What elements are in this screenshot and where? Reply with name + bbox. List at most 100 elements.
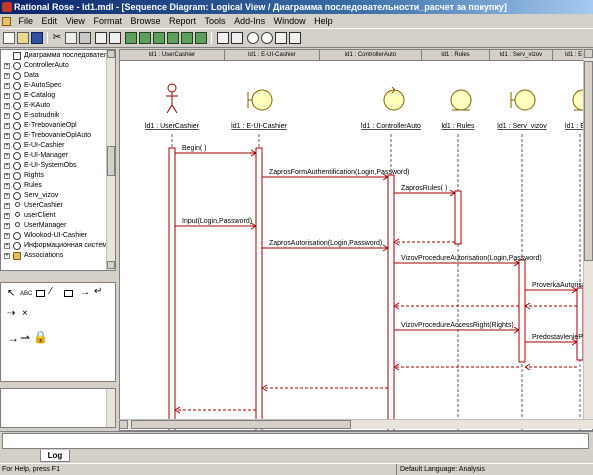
object-header-cell[interactable]: ld1 : E-UI-Cashier <box>225 50 320 61</box>
browser-item[interactable]: + E-KAuto <box>1 101 109 111</box>
browser-item[interactable]: + UserManager <box>1 221 109 231</box>
browser-item[interactable]: + E-UI-Manager <box>1 151 109 161</box>
asynchronous-message-tool-icon[interactable]: ⇀ <box>20 332 30 344</box>
browse-state-diagram-icon[interactable] <box>181 32 193 44</box>
fit-in-window-icon[interactable] <box>275 32 287 44</box>
expand-icon[interactable]: + <box>4 253 10 259</box>
expand-icon[interactable] <box>4 53 10 59</box>
browser-item[interactable]: + E-TrebovanieOplAuto <box>1 131 109 141</box>
procedure-call-tool-icon[interactable]: → <box>7 332 19 344</box>
scroll-down-icon[interactable] <box>107 261 115 269</box>
cut-icon[interactable]: ✂ <box>51 32 63 44</box>
expand-icon[interactable]: + <box>4 113 10 119</box>
model-browser[interactable]: Диаграмма последовательн + ControllerAuto +… <box>0 49 116 271</box>
browser-item[interactable]: + userClient <box>1 211 109 221</box>
browser-item[interactable]: + Serv_vizov <box>1 191 109 201</box>
browse-class-diagram-icon[interactable] <box>125 32 137 44</box>
scroll-up-icon[interactable] <box>584 49 593 58</box>
expand-icon[interactable]: + <box>4 163 10 169</box>
expand-icon[interactable]: + <box>4 63 10 69</box>
anchor-note-tool-icon[interactable]: ⁄ <box>50 287 52 297</box>
menu-format[interactable]: Format <box>90 14 125 28</box>
menu-view[interactable]: View <box>63 14 88 28</box>
browser-item[interactable]: + Wlookod-UI-Cashier <box>1 231 109 241</box>
return-message-tool-icon[interactable]: ⇢ <box>7 309 15 319</box>
browser-item[interactable]: + E-UI-SystemObs <box>1 161 109 171</box>
object-header-cell[interactable]: ld1 : UserCashier <box>120 50 225 61</box>
menu-report[interactable]: Report <box>166 14 199 28</box>
browser-item[interactable]: Диаграмма последовательн <box>1 51 115 61</box>
menu-file[interactable]: File <box>16 14 37 28</box>
expand-icon[interactable]: + <box>4 193 10 199</box>
expand-icon[interactable]: + <box>4 83 10 89</box>
object-header-cell[interactable]: ld1 : Serv_vizov <box>490 50 553 61</box>
browser-item[interactable]: + Информационная система <box>1 241 111 251</box>
browser-vertical-scrollbar[interactable] <box>106 50 115 270</box>
browser-item[interactable]: + Associations <box>1 251 109 261</box>
message-to-self-tool-icon[interactable]: ↵ <box>94 287 102 297</box>
sequence-diagram-canvas[interactable]: ld1 : UserCashier ld1 : E-UI-Cashier ld1 :… <box>119 49 593 431</box>
new-file-icon[interactable] <box>3 32 15 44</box>
documentation-scrollbar[interactable] <box>106 389 115 427</box>
selection-tool-icon[interactable]: ↖ <box>7 289 15 299</box>
tab-log[interactable]: Log <box>40 450 70 462</box>
expand-icon[interactable]: + <box>4 93 10 99</box>
expand-icon[interactable]: + <box>4 103 10 109</box>
destruction-marker-tool-icon[interactable]: × <box>22 309 28 319</box>
browser-item[interactable]: + E-Catalog <box>1 91 109 101</box>
scroll-left-icon[interactable] <box>119 420 128 429</box>
expand-icon[interactable]: + <box>4 223 10 229</box>
scroll-up-icon[interactable] <box>107 50 115 58</box>
browse-interaction-diagram-icon[interactable] <box>139 32 151 44</box>
diagram-vertical-scrollbar[interactable] <box>583 49 593 419</box>
menu-edit[interactable]: Edit <box>39 14 61 28</box>
object-header-cell[interactable]: ld1 : Rules <box>422 50 490 61</box>
save-icon[interactable] <box>31 32 43 44</box>
menu-add-ins[interactable]: Add-Ins <box>231 14 268 28</box>
text-tool-icon[interactable]: ABC <box>20 289 32 299</box>
expand-icon[interactable]: + <box>4 153 10 159</box>
expand-icon[interactable]: + <box>4 123 10 129</box>
expand-icon[interactable]: + <box>4 243 10 249</box>
scroll-thumb[interactable] <box>584 61 593 261</box>
diagram-horizontal-scrollbar[interactable] <box>119 419 593 429</box>
menu-tools[interactable]: Tools <box>202 14 229 28</box>
browser-item[interactable]: + E-AutoSpec <box>1 81 109 91</box>
menu-window[interactable]: Window <box>271 14 309 28</box>
open-file-icon[interactable] <box>17 32 29 44</box>
expand-icon[interactable]: + <box>4 233 10 239</box>
object-header-cell[interactable]: ld1 : ControllerAuto <box>320 50 422 61</box>
browser-item[interactable]: + Rights <box>1 171 109 181</box>
browse-previous-diagram-icon[interactable] <box>231 32 243 44</box>
menu-help[interactable]: Help <box>311 14 336 28</box>
print-icon[interactable] <box>79 32 91 44</box>
browser-item[interactable]: + E-sotrudnik <box>1 111 109 121</box>
browse-component-diagram-icon[interactable] <box>153 32 165 44</box>
browse-parent-icon[interactable] <box>217 32 229 44</box>
zoom-out-icon[interactable] <box>261 32 273 44</box>
browser-item[interactable]: + UserCashier <box>1 201 109 211</box>
expand-icon[interactable]: + <box>4 183 10 189</box>
expand-icon[interactable]: + <box>4 73 10 79</box>
documentation-window[interactable] <box>0 388 116 428</box>
log-output[interactable] <box>2 433 589 449</box>
browser-item[interactable]: + E-TrebovanieOpl <box>1 121 109 131</box>
object-message-tool-icon[interactable]: → <box>80 288 90 298</box>
expand-icon[interactable]: + <box>4 143 10 149</box>
zoom-in-icon[interactable] <box>247 32 259 44</box>
expand-icon[interactable]: + <box>4 173 10 179</box>
browse-deployment-diagram-icon[interactable] <box>167 32 179 44</box>
expand-icon[interactable]: + <box>4 203 10 209</box>
lock-icon[interactable]: 🔒 <box>33 331 48 343</box>
browser-item[interactable]: + E-UI-Cashier <box>1 141 109 151</box>
browse-usecase-diagram-icon[interactable] <box>195 32 207 44</box>
specification-icon[interactable] <box>109 32 121 44</box>
undo-fit-icon[interactable] <box>289 32 301 44</box>
note-tool-icon[interactable] <box>36 290 45 297</box>
expand-icon[interactable]: + <box>4 213 10 219</box>
browser-item[interactable]: + Data <box>1 71 109 81</box>
browser-item[interactable]: + ControllerAuto <box>1 61 109 71</box>
browser-item[interactable]: + Rules <box>1 181 109 191</box>
scroll-thumb[interactable] <box>107 146 115 176</box>
browse-diagram-icon[interactable] <box>95 32 107 44</box>
